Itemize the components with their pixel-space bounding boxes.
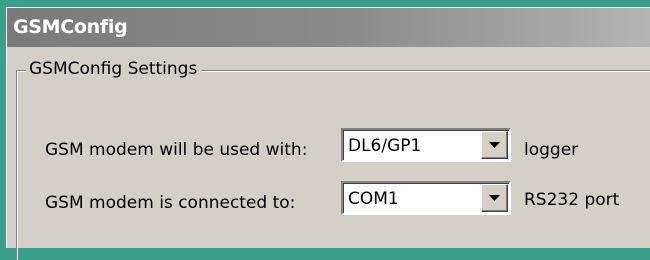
connected-to-suffix: RS232 port bbox=[524, 190, 620, 210]
used-with-value: DL6/GP1 bbox=[348, 136, 422, 156]
used-with-dropdown-button[interactable] bbox=[481, 131, 508, 159]
connected-to-select[interactable]: COM1 bbox=[341, 181, 511, 215]
group-caption: GSMConfig Settings bbox=[26, 58, 202, 80]
connected-to-dropdown-button[interactable] bbox=[481, 184, 508, 212]
used-with-select[interactable]: DL6/GP1 bbox=[341, 128, 511, 162]
connected-to-value: COM1 bbox=[348, 189, 399, 209]
title-bar[interactable]: GSMConfig bbox=[7, 8, 650, 47]
settings-group bbox=[16, 70, 650, 260]
window-title: GSMConfig bbox=[13, 16, 128, 38]
chevron-down-icon bbox=[489, 142, 500, 148]
used-with-label: GSM modem will be used with: bbox=[45, 140, 308, 160]
chevron-down-icon bbox=[489, 195, 500, 201]
connected-to-label: GSM modem is connected to: bbox=[45, 193, 296, 213]
used-with-suffix: logger bbox=[524, 140, 579, 160]
